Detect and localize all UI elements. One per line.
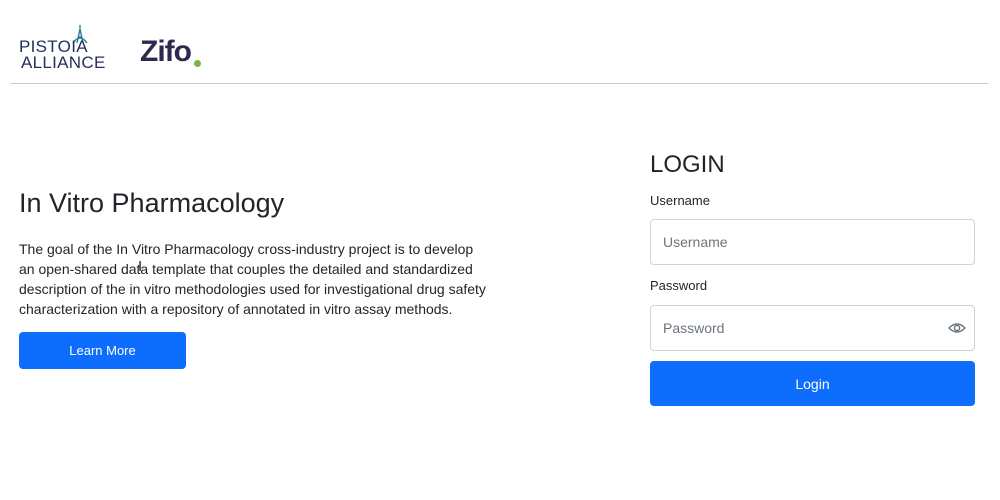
zifo-logo[interactable]: Zifo [140, 34, 201, 70]
login-button[interactable]: Login [650, 361, 975, 406]
page-title: In Vitro Pharmacology [19, 188, 285, 218]
text-cursor-icon: I [138, 258, 143, 275]
zifo-logo-dot [194, 60, 201, 67]
header-divider [10, 83, 988, 84]
eye-icon[interactable] [948, 320, 966, 336]
zifo-logo-text: Zifo [140, 35, 192, 68]
learn-more-button[interactable]: Learn More [19, 332, 186, 369]
pistoia-logo-line2: ALLIANCE [21, 53, 106, 72]
login-title: LOGIN [650, 151, 725, 178]
project-description: The goal of the In Vitro Pharmacology cr… [19, 241, 486, 317]
password-label: Password [650, 278, 708, 293]
pistoia-alliance-logo[interactable]: PISTOIA ALLIANCE [19, 25, 119, 71]
site-header: PISTOIA ALLIANCE Zifo [0, 0, 1000, 84]
username-label: Username [650, 193, 710, 208]
username-input[interactable] [650, 219, 975, 265]
password-input[interactable] [650, 305, 975, 351]
